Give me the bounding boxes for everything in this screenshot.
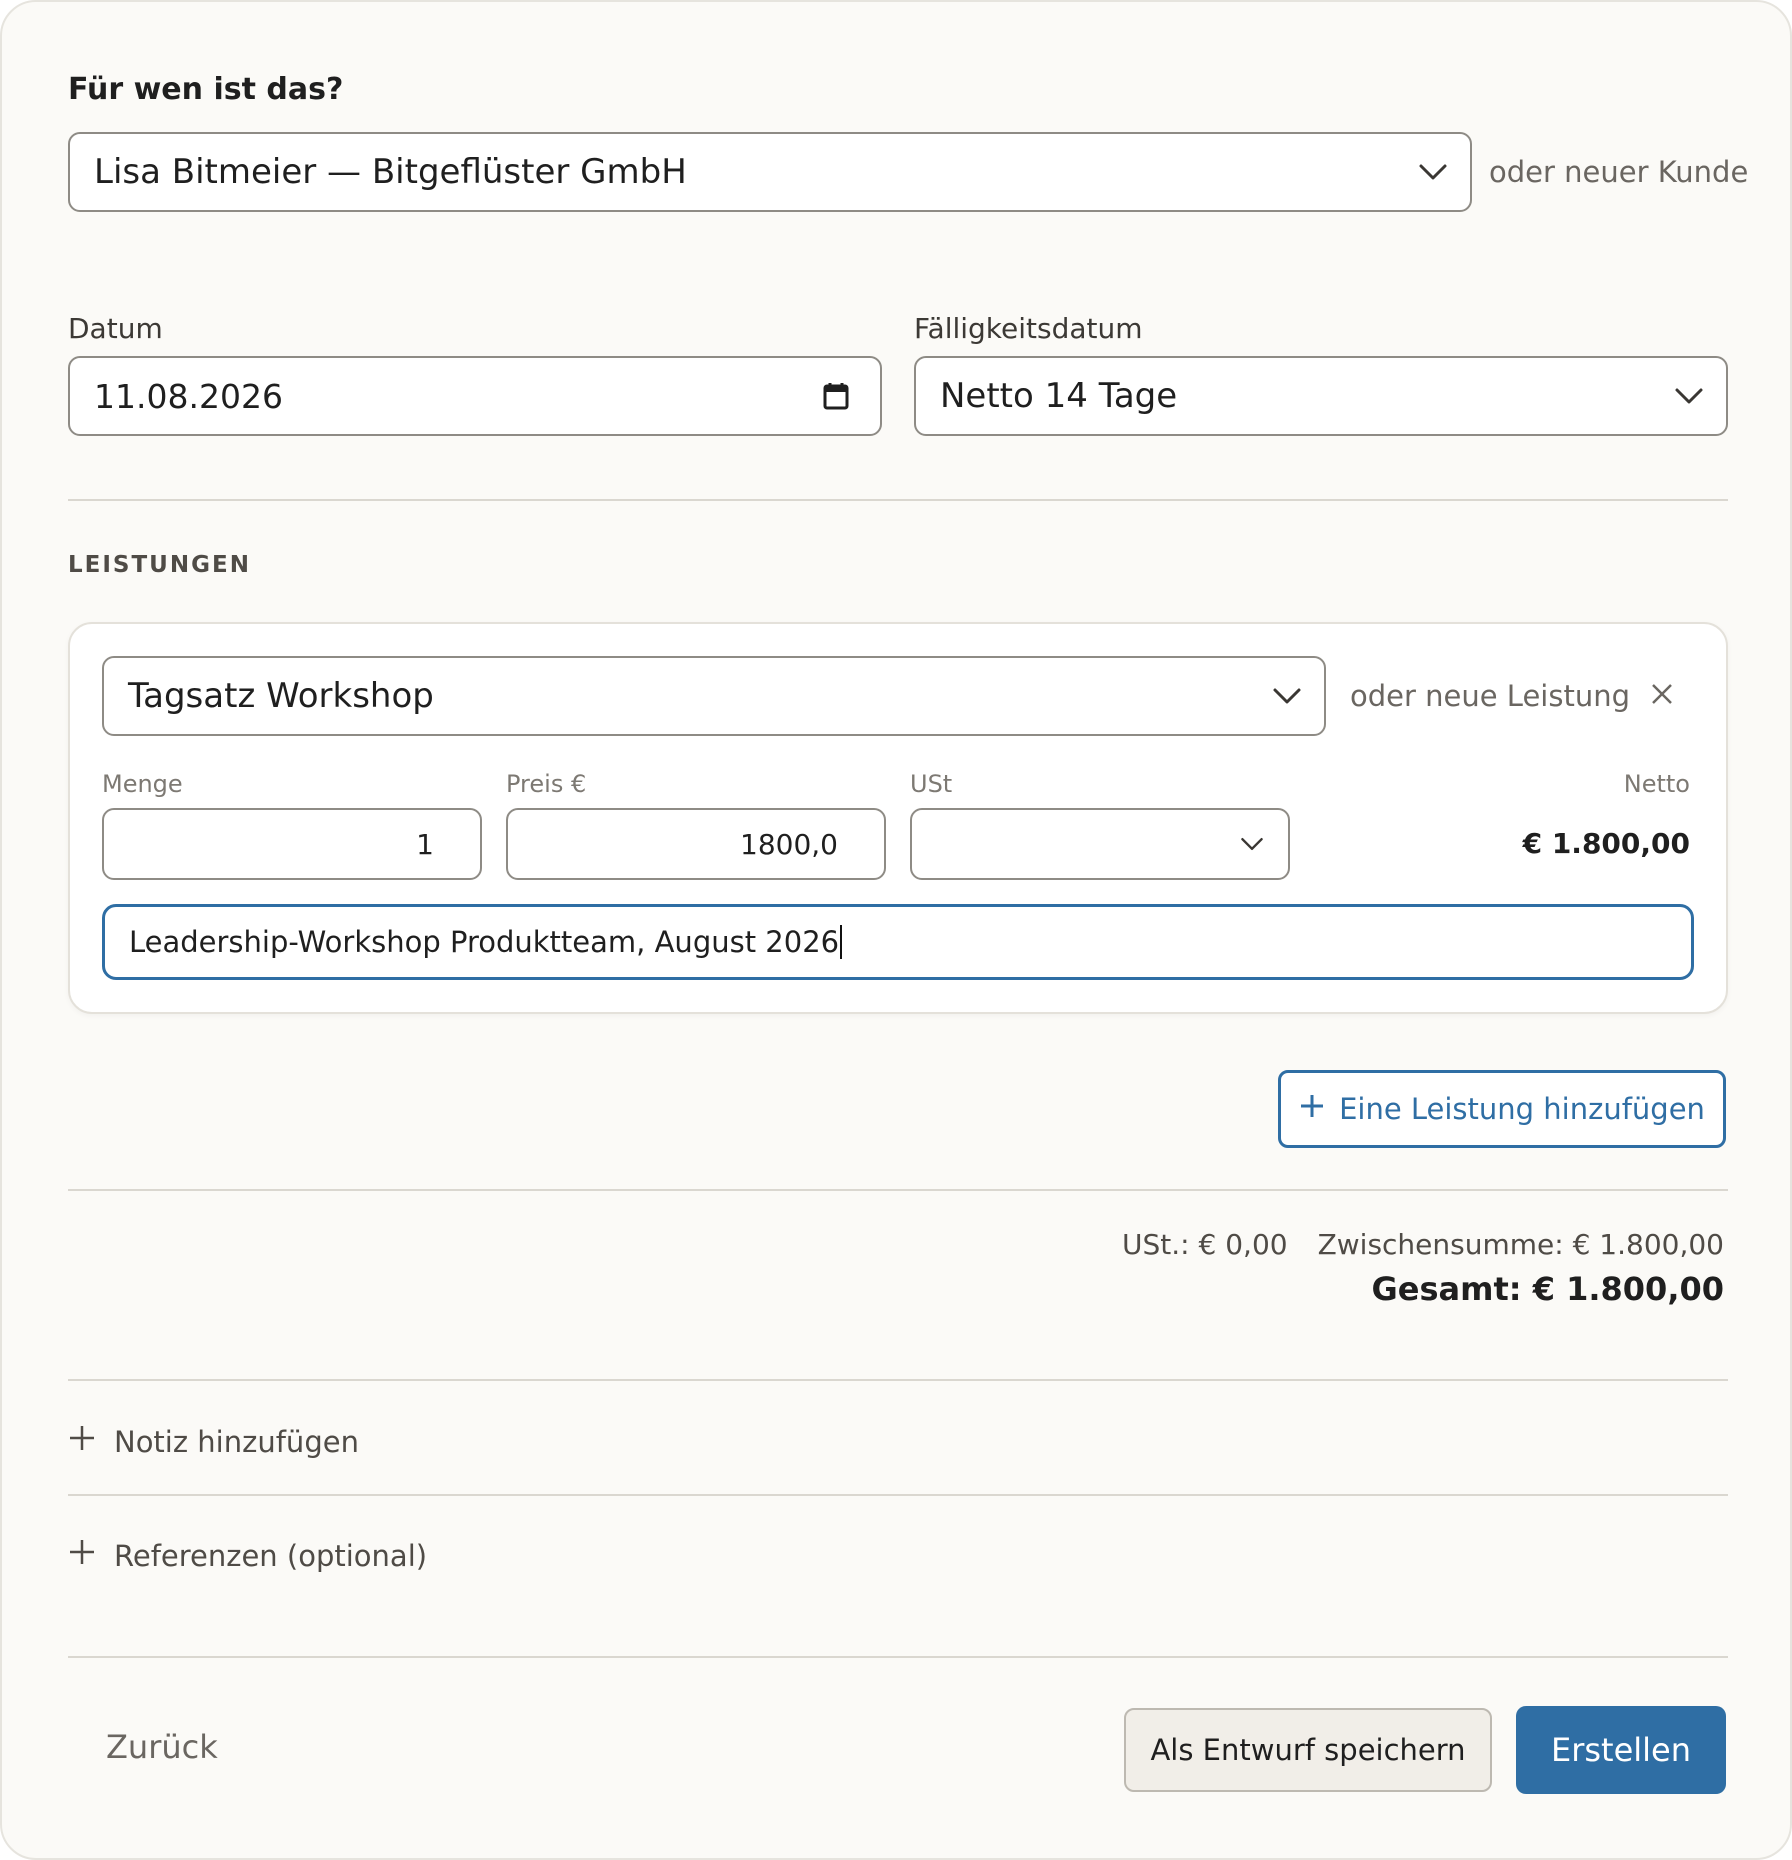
divider xyxy=(68,499,1728,501)
chevron-down-icon xyxy=(1674,386,1704,406)
chevron-down-icon xyxy=(1418,162,1448,182)
divider xyxy=(68,1189,1728,1191)
back-button[interactable]: Zurück xyxy=(106,1728,218,1766)
remove-service-icon[interactable] xyxy=(1650,682,1674,706)
quantity-value: 1 xyxy=(416,827,434,861)
calendar-icon[interactable] xyxy=(822,381,850,411)
price-value: 1800,0 xyxy=(740,827,838,861)
divider xyxy=(68,1494,1728,1496)
plus-icon xyxy=(68,1424,96,1459)
service-description-input[interactable]: Leadership-Workshop Produktteam, August … xyxy=(102,904,1694,980)
grand-total: Gesamt: € 1.800,00 xyxy=(1371,1270,1725,1308)
subtotal: Zwischensumme: € 1.800,00 xyxy=(1317,1228,1724,1261)
net-label: Netto xyxy=(1623,770,1690,798)
references-label: Referenzen (optional) xyxy=(114,1538,428,1573)
services-heading: LEISTUNGEN xyxy=(68,552,251,578)
quantity-input[interactable]: 1 xyxy=(102,808,482,880)
quantity-label: Menge xyxy=(102,770,183,798)
vat-select[interactable] xyxy=(910,808,1290,880)
net-amount: € 1.800,00 xyxy=(1522,827,1690,860)
service-description-value: Leadership-Workshop Produktteam, August … xyxy=(129,925,840,959)
customer-select[interactable]: Lisa Bitmeier — Bitgeflüster GmbH xyxy=(68,132,1472,212)
date-label: Datum xyxy=(68,312,163,345)
add-service-label: Eine Leistung hinzufügen xyxy=(1339,1092,1705,1126)
references-toggle[interactable]: Referenzen (optional) xyxy=(68,1538,427,1573)
due-date-select[interactable]: Netto 14 Tage xyxy=(914,356,1728,436)
price-input[interactable]: 1800,0 xyxy=(506,808,886,880)
chevron-down-icon xyxy=(1272,686,1302,706)
new-customer-link[interactable]: oder neuer Kunde xyxy=(1489,155,1748,189)
service-select-value: Tagsatz Workshop xyxy=(128,676,434,716)
vat-label: USt xyxy=(910,770,953,798)
new-service-link[interactable]: oder neue Leistung xyxy=(1350,679,1630,713)
text-cursor xyxy=(840,925,843,959)
plus-icon xyxy=(68,1538,96,1573)
price-label: Preis € xyxy=(506,770,587,798)
divider xyxy=(68,1656,1728,1658)
due-date-value: Netto 14 Tage xyxy=(940,376,1178,416)
vat-total: USt.: € 0,00 xyxy=(1122,1228,1288,1261)
date-input-value: 11.08.2026 xyxy=(94,376,283,416)
invoice-form-panel: Für wen ist das? Lisa Bitmeier — Bitgefl… xyxy=(0,0,1792,1860)
customer-select-value: Lisa Bitmeier — Bitgeflüster GmbH xyxy=(94,152,687,192)
add-note-toggle[interactable]: Notiz hinzufügen xyxy=(68,1424,359,1459)
due-date-label: Fälligkeitsdatum xyxy=(914,312,1143,345)
add-service-button[interactable]: Eine Leistung hinzufügen xyxy=(1278,1070,1726,1148)
chevron-down-icon xyxy=(1240,836,1264,852)
divider xyxy=(68,1379,1728,1381)
create-button[interactable]: Erstellen xyxy=(1516,1706,1726,1794)
totals-summary: USt.: € 0,00 Zwischensumme: € 1.800,00 xyxy=(1122,1228,1724,1261)
customer-section-title: Für wen ist das? xyxy=(68,72,344,107)
date-input[interactable]: 11.08.2026 xyxy=(68,356,882,436)
plus-icon xyxy=(1299,1092,1325,1126)
service-select[interactable]: Tagsatz Workshop xyxy=(102,656,1326,736)
save-draft-button[interactable]: Als Entwurf speichern xyxy=(1124,1708,1492,1792)
add-note-label: Notiz hinzufügen xyxy=(114,1424,359,1459)
